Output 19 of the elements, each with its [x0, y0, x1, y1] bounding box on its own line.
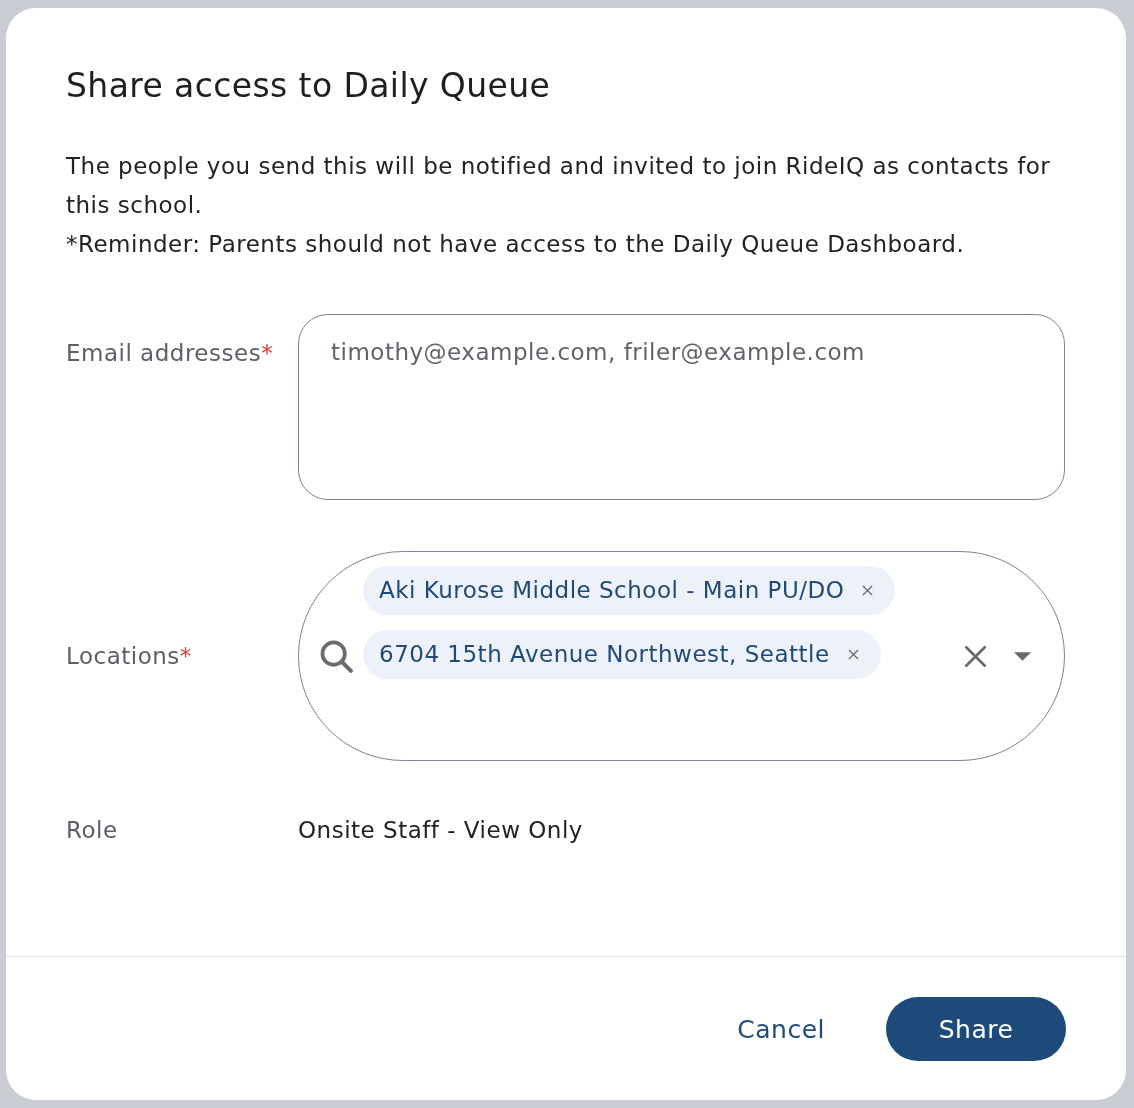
location-chip[interactable]: Aki Kurose Middle School - Main PU/DO: [363, 565, 896, 615]
close-icon[interactable]: [847, 648, 859, 660]
role-value: Onsite Staff - View Only: [298, 816, 583, 844]
required-mark: *: [179, 643, 192, 669]
dialog-title: Share access to Daily Queue: [66, 66, 551, 106]
field-label: Locations: [66, 643, 180, 669]
close-icon[interactable]: [862, 584, 874, 596]
cancel-button[interactable]: Cancel: [717, 997, 845, 1061]
location-chip[interactable]: 6704 15th Avenue Northwest, Seattle: [363, 629, 881, 679]
field-label: Role: [66, 817, 118, 843]
caret-down-icon[interactable]: [1014, 651, 1031, 661]
search-icon: [320, 639, 353, 673]
description-text: The people you send this will be notified and invited to join RideIQ as contacts for this school.: [66, 152, 1052, 220]
close-icon[interactable]: [964, 644, 987, 668]
email-field[interactable]: timothy@example.com, friler@example.com: [298, 314, 1065, 500]
required-mark: *: [261, 340, 274, 366]
description-text: *Reminder: Parents should not have access to the Daily Queue Dashboard.: [66, 230, 966, 259]
field-label: Email addresses: [66, 340, 262, 366]
share-button[interactable]: Share: [886, 997, 1066, 1061]
